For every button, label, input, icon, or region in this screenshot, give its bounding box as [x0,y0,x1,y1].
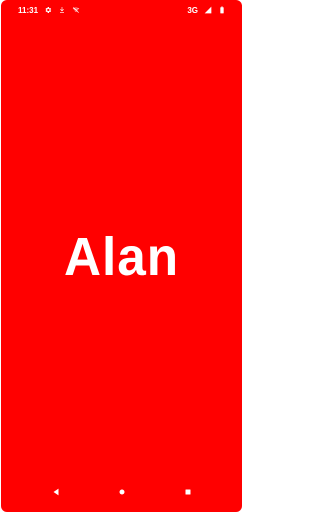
splash-title: Alan [64,227,179,287]
home-button[interactable] [115,485,129,499]
gear-icon [44,6,52,14]
signal-icon [204,6,212,14]
navigation-bar [1,482,242,502]
splash-content: Alan [1,225,242,289]
wifi-off-icon [72,6,80,14]
recents-button[interactable] [181,485,195,499]
home-icon [117,487,127,497]
network-label: 3G [187,5,198,15]
status-left: 11:31 [18,6,80,15]
recents-icon [183,487,193,497]
battery-icon [218,6,226,14]
device-frame: 11:31 3G Alan [0,0,243,512]
back-icon [51,487,61,497]
status-right: 3G [187,6,226,15]
download-icon [58,6,66,14]
splash-screen: 11:31 3G Alan [1,0,242,512]
status-time: 11:31 [18,5,39,15]
back-button[interactable] [49,485,63,499]
status-bar: 11:31 3G [1,0,242,20]
